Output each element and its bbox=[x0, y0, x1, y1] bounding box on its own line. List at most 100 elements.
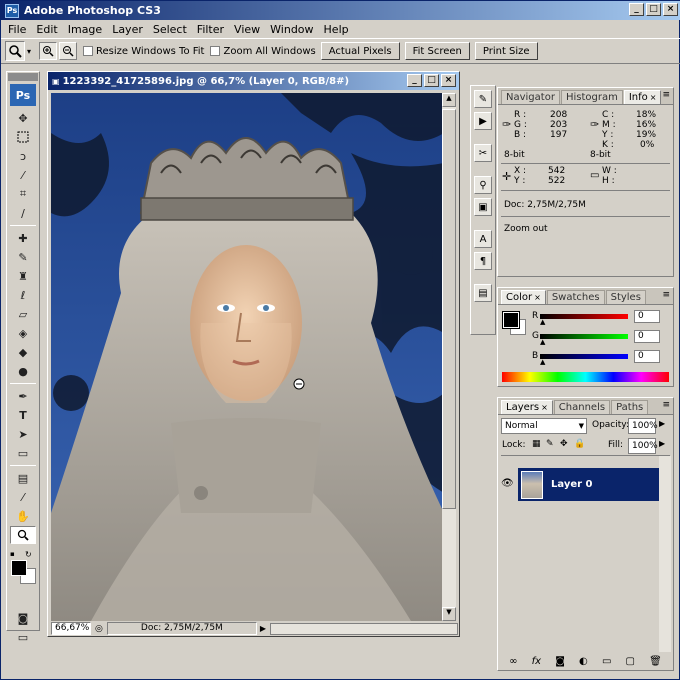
zoom-all-windows-checkbox[interactable]: Zoom All Windows bbox=[210, 46, 316, 57]
actual-pixels-button[interactable]: Actual Pixels bbox=[320, 42, 400, 60]
vertical-scrollbar[interactable]: ▲ ▼ bbox=[442, 93, 456, 621]
zoom-level[interactable]: 66,67% bbox=[51, 622, 91, 635]
tab-histogram[interactable]: Histogram bbox=[560, 90, 623, 104]
close-button[interactable]: × bbox=[663, 3, 678, 16]
menu-filter[interactable]: Filter bbox=[192, 23, 229, 36]
link-layers-icon[interactable]: ∞ bbox=[509, 656, 517, 667]
blur-tool-icon[interactable]: ◆ bbox=[10, 343, 36, 361]
lock-pixels-icon[interactable]: ✎ bbox=[546, 439, 554, 449]
close-icon[interactable]: × bbox=[541, 403, 548, 412]
path-selection-tool-icon[interactable]: ➤ bbox=[10, 425, 36, 443]
photoshop-logo-icon[interactable]: Ps bbox=[10, 84, 36, 106]
r-slider[interactable] bbox=[540, 314, 628, 319]
opacity-input[interactable]: 100% bbox=[628, 418, 658, 434]
layer-mask-icon[interactable]: ◙ bbox=[555, 656, 565, 667]
notes-icon[interactable]: ▤ bbox=[474, 284, 492, 302]
r-slider-handle-icon[interactable]: ▲ bbox=[540, 318, 545, 326]
menu-window[interactable]: Window bbox=[265, 23, 318, 36]
doc-minimize-button[interactable]: _ bbox=[407, 74, 422, 87]
menu-image[interactable]: Image bbox=[63, 23, 107, 36]
status-menu-icon[interactable]: ▶ bbox=[260, 624, 266, 633]
zoom-in-icon[interactable] bbox=[39, 42, 58, 60]
maximize-button[interactable]: □ bbox=[646, 3, 661, 16]
g-input[interactable]: 0 bbox=[634, 330, 660, 343]
shape-tool-icon[interactable]: ▭ bbox=[10, 444, 36, 462]
menu-file[interactable]: File bbox=[3, 23, 31, 36]
brushes-icon[interactable]: ✎ bbox=[474, 90, 492, 108]
dodge-tool-icon[interactable]: ● bbox=[10, 362, 36, 380]
layer-row[interactable]: Layer 0 bbox=[518, 468, 661, 501]
actions-icon[interactable]: ▣ bbox=[474, 198, 492, 216]
crop-tool-icon[interactable]: ⌗ bbox=[10, 185, 36, 203]
tab-channels[interactable]: Channels bbox=[553, 400, 611, 414]
brush-tool-icon[interactable]: ✎ bbox=[10, 248, 36, 266]
eye-icon[interactable]: 👁 bbox=[501, 478, 514, 489]
eraser-tool-icon[interactable]: ▱ bbox=[10, 305, 36, 323]
tab-layers[interactable]: Layers × bbox=[501, 400, 553, 414]
menu-select[interactable]: Select bbox=[148, 23, 192, 36]
slice-tool-icon[interactable]: ∕ bbox=[10, 204, 36, 222]
opacity-arrow-icon[interactable]: ▶ bbox=[659, 419, 665, 428]
hand-tool-icon[interactable]: ✋ bbox=[10, 507, 36, 525]
notes-tool-icon[interactable]: ▤ bbox=[10, 469, 36, 487]
delete-layer-icon[interactable]: 🗑 bbox=[649, 656, 662, 667]
move-tool-icon[interactable]: ✥ bbox=[10, 109, 36, 127]
horizontal-scrollbar[interactable] bbox=[270, 622, 458, 635]
fill-input[interactable]: 100% bbox=[628, 438, 658, 454]
layers-scrollbar[interactable] bbox=[659, 456, 671, 652]
marquee-tool-icon[interactable] bbox=[10, 128, 36, 146]
adjustment-layer-icon[interactable]: ◐ bbox=[579, 656, 588, 667]
healing-brush-tool-icon[interactable]: ✚ bbox=[10, 229, 36, 247]
image-canvas[interactable] bbox=[51, 93, 444, 621]
doc-close-button[interactable]: × bbox=[441, 74, 456, 87]
tool-presets-icon[interactable]: ▶ bbox=[474, 112, 492, 130]
g-slider-handle-icon[interactable]: ▲ bbox=[540, 338, 545, 346]
layer-name[interactable]: Layer 0 bbox=[551, 479, 592, 490]
color-spectrum-bar[interactable] bbox=[502, 372, 669, 382]
layer-style-icon[interactable]: fx bbox=[532, 656, 541, 667]
scroll-down-icon[interactable]: ▼ bbox=[442, 607, 456, 621]
scroll-thumb[interactable] bbox=[442, 109, 456, 509]
paragraph-icon[interactable]: ¶ bbox=[474, 252, 492, 270]
tab-info[interactable]: Info × bbox=[623, 90, 662, 104]
paint-bucket-tool-icon[interactable]: ◈ bbox=[10, 324, 36, 342]
checkbox-icon[interactable] bbox=[83, 46, 94, 56]
color-fg-swatch[interactable] bbox=[502, 311, 520, 329]
foreground-color-swatch[interactable] bbox=[11, 560, 27, 576]
layer-comps-icon[interactable]: ✂ bbox=[474, 144, 492, 162]
print-size-button[interactable]: Print Size bbox=[474, 42, 538, 60]
history-brush-tool-icon[interactable]: ℓ bbox=[10, 286, 36, 304]
eyedropper-tool-icon[interactable]: ⁄ bbox=[10, 488, 36, 506]
tab-styles[interactable]: Styles bbox=[605, 290, 646, 304]
toolbox-grip[interactable] bbox=[8, 73, 38, 81]
new-group-icon[interactable]: ▭ bbox=[602, 656, 611, 667]
blend-mode-select[interactable]: Normal ▼ bbox=[501, 418, 587, 434]
chevron-down-icon[interactable]: ▾ bbox=[27, 47, 31, 56]
menu-help[interactable]: Help bbox=[319, 23, 354, 36]
status-icon[interactable]: ◎ bbox=[95, 624, 103, 634]
lock-all-icon[interactable]: 🔒 bbox=[574, 439, 585, 449]
b-slider[interactable] bbox=[540, 354, 628, 359]
panel-menu-icon[interactable]: ≡ bbox=[662, 90, 670, 100]
magic-wand-tool-icon[interactable]: ⁄ bbox=[10, 166, 36, 184]
tab-paths[interactable]: Paths bbox=[611, 400, 649, 414]
pen-tool-icon[interactable]: ✒ bbox=[10, 387, 36, 405]
b-slider-handle-icon[interactable]: ▲ bbox=[540, 358, 545, 366]
g-slider[interactable] bbox=[540, 334, 628, 339]
document-title-bar[interactable]: ▣ 1223392_41725896.jpg @ 66,7% (Layer 0,… bbox=[48, 72, 459, 90]
default-colors-icon[interactable]: ▪ bbox=[10, 550, 15, 558]
screen-mode-icon[interactable]: ▭ bbox=[10, 628, 36, 646]
tab-color[interactable]: Color × bbox=[501, 290, 546, 304]
swap-colors-icon[interactable]: ↻ bbox=[25, 550, 32, 559]
lock-position-icon[interactable]: ✥ bbox=[560, 439, 568, 449]
chevron-down-icon[interactable]: ▼ bbox=[579, 419, 584, 433]
r-input[interactable]: 0 bbox=[634, 310, 660, 323]
menu-view[interactable]: View bbox=[229, 23, 265, 36]
zoom-tool-icon[interactable] bbox=[10, 526, 36, 544]
minimize-button[interactable]: _ bbox=[629, 3, 644, 16]
panel-menu-icon[interactable]: ≡ bbox=[662, 400, 670, 410]
clone-stamp-tool-icon[interactable]: ♜ bbox=[10, 267, 36, 285]
quick-mask-icon[interactable]: ◙ bbox=[10, 609, 36, 627]
close-icon[interactable]: × bbox=[534, 293, 541, 302]
tab-swatches[interactable]: Swatches bbox=[546, 290, 605, 304]
